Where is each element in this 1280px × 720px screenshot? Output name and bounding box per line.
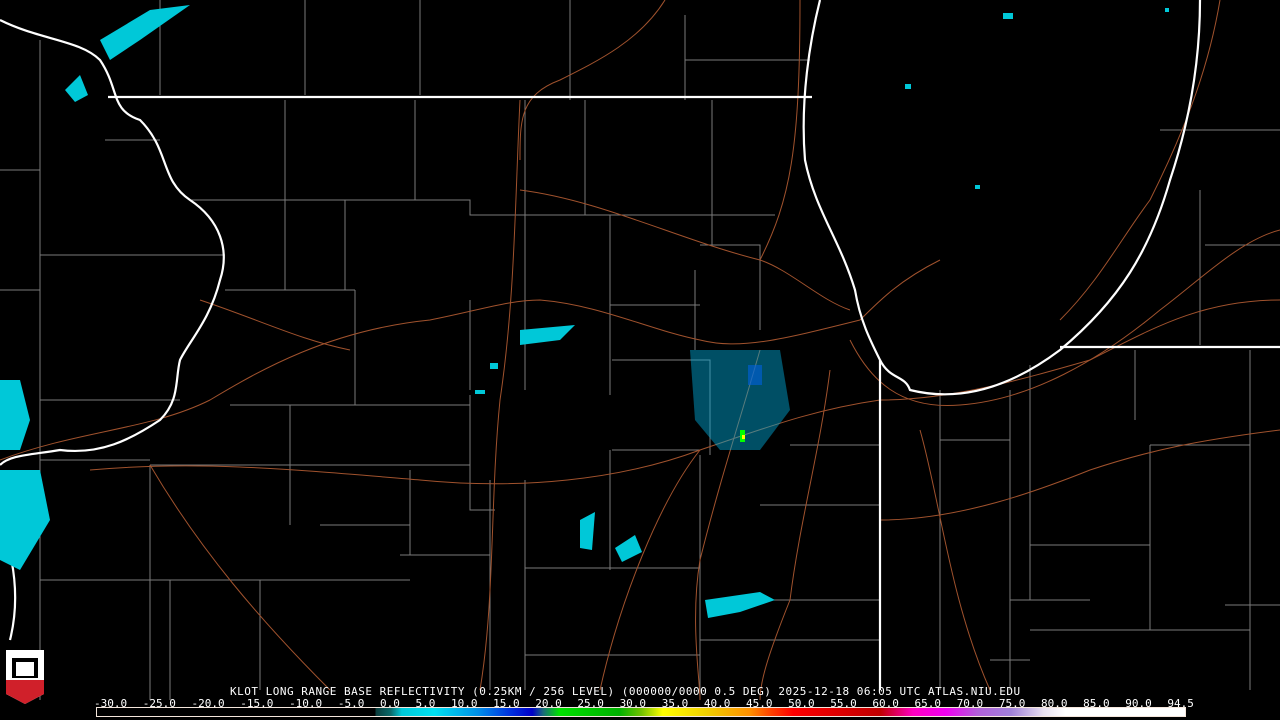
radar-map[interactable]: [0, 0, 1280, 720]
niu-logo: [4, 648, 46, 706]
highways: [0, 0, 1280, 701]
reflectivity-colorbar: [96, 707, 1186, 717]
county-borders: [0, 0, 1280, 700]
state-borders: [0, 0, 1280, 690]
